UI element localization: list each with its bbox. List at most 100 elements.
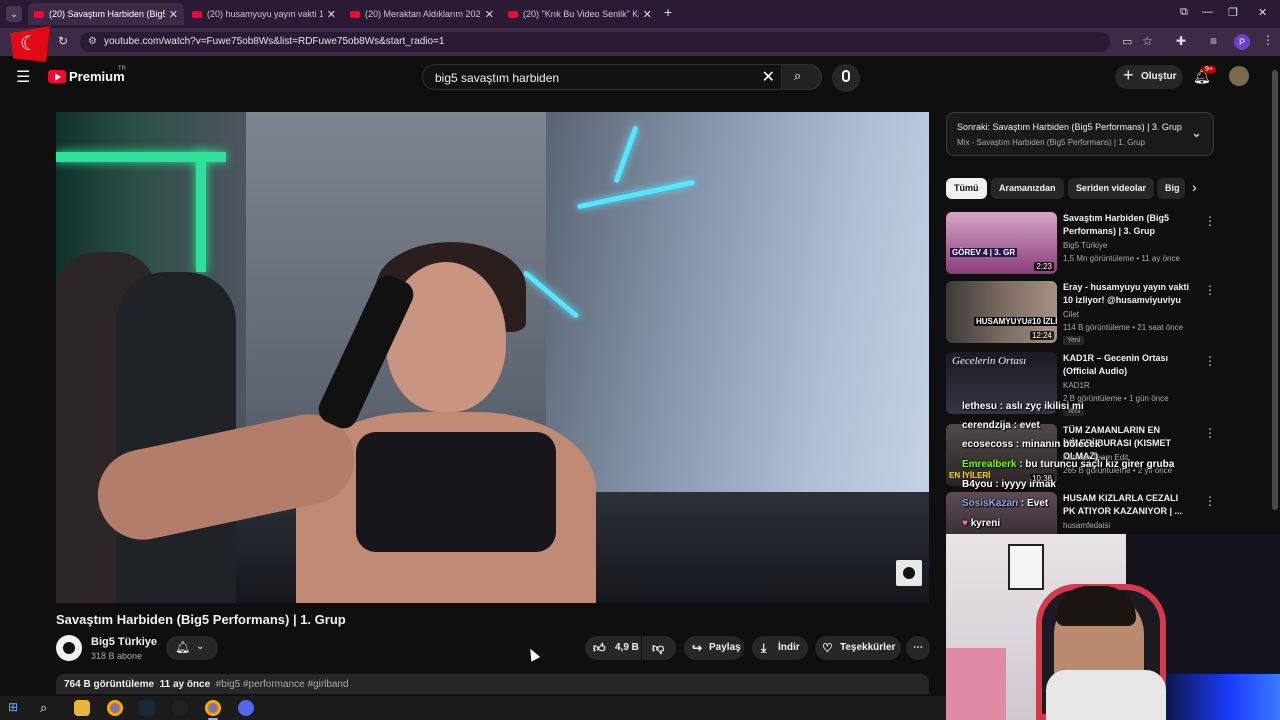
like-count: 4,9 B: [615, 642, 639, 653]
recommendation-meta: 1,5 Mn görüntüleme • 11 ay önce: [1063, 254, 1180, 263]
maximize-icon[interactable]: ❐: [1228, 6, 1238, 19]
page-scrollbar[interactable]: [1270, 56, 1280, 534]
discord-icon[interactable]: [238, 700, 254, 716]
chip-series[interactable]: Seriden videolar: [1068, 178, 1155, 199]
channel-name[interactable]: Big5 Türkiye: [91, 636, 157, 648]
description-box[interactable]: 764 B görüntüleme 11 ay önce #big5 #perf…: [56, 674, 929, 694]
account-avatar[interactable]: [1229, 66, 1249, 86]
recommendation-title: Savaştım Harbiden (Big5 Performans) | 3.…: [1063, 213, 1170, 236]
search-icon[interactable]: ⌕: [40, 700, 56, 716]
extensions-icon[interactable]: ⧉: [1180, 6, 1188, 19]
more-vertical-icon[interactable]: ⋮: [1204, 283, 1216, 297]
download-button[interactable]: ⤓ İndir: [752, 636, 808, 660]
puzzle-icon[interactable]: ✚: [1176, 34, 1186, 48]
tab-title: (20) husamyuyu yayın vakti 10: [207, 9, 323, 19]
up-next-panel[interactable]: Sonraki: Savaştım Harbiden (Big5 Perform…: [946, 112, 1214, 156]
youtube-icon: [34, 10, 44, 18]
tab-search-icon[interactable]: ⌄: [6, 6, 22, 22]
more-vertical-icon[interactable]: ⋮: [1204, 426, 1216, 440]
address-bar[interactable]: ⚙ youtube.com/watch?v=Fuwe75ob8Ws&list=R…: [80, 32, 1110, 52]
search-input[interactable]: big5 savaştım harbiden: [435, 71, 559, 85]
more-vertical-icon[interactable]: ⋮: [1204, 354, 1216, 368]
chevron-down-icon[interactable]: ⌄: [1191, 125, 1202, 141]
recommendation-item[interactable]: GÖREV 4 | 3. GR 2:23 Savaştım Harbiden (…: [946, 212, 1216, 276]
close-icon[interactable]: ✕: [327, 8, 336, 21]
bookmark-star-icon[interactable]: ☆: [1142, 34, 1153, 48]
chip-big[interactable]: Big: [1157, 178, 1185, 199]
thanks-button[interactable]: ♡ Teşekkürler: [815, 636, 901, 660]
browser-tab-1[interactable]: (20) Savaştım Harbiden (Big5 Pe ✕: [28, 3, 184, 25]
video-thumbnail[interactable]: EN İYİLERİ 10:38: [946, 424, 1057, 486]
close-icon[interactable]: ✕: [643, 8, 652, 21]
youtube-icon: [192, 10, 202, 18]
cast-icon[interactable]: ▭: [1122, 35, 1132, 48]
recommendation-item[interactable]: HUSAMYUYU#10 İZLİYO 12:24 Eray - husamyu…: [946, 281, 1216, 345]
browser-tab-2[interactable]: (20) husamyuyu yayın vakti 10 ✕: [186, 3, 342, 25]
youtube-premium-logo[interactable]: Premium: [69, 69, 125, 84]
super-thanks-icon: ♡: [822, 641, 833, 655]
more-actions-button[interactable]: ⋯: [906, 636, 930, 660]
subscription-bell-button[interactable]: 🔔︎ ⌄: [166, 636, 218, 660]
reload-icon[interactable]: ↻: [58, 34, 68, 48]
site-info-icon[interactable]: ⚙: [88, 32, 97, 52]
download-label: İndir: [778, 642, 800, 653]
browser-menu-icon[interactable]: ⋮: [1262, 33, 1274, 47]
chat-message: ♥ kyreni: [962, 518, 1001, 529]
recommendation-channel: KAD1R: [1063, 381, 1090, 390]
new-tab-button[interactable]: +: [664, 4, 672, 20]
file-explorer-icon[interactable]: [74, 700, 90, 716]
voice-search-button[interactable]: [832, 64, 860, 92]
youtube-logo-icon[interactable]: [48, 70, 66, 83]
chip-from-search[interactable]: Aramanızdan: [991, 178, 1064, 199]
address-bar-row: ↻ ⚙ youtube.com/watch?v=Fuwe75ob8Ws&list…: [0, 28, 1280, 56]
profile-avatar[interactable]: P: [1234, 34, 1250, 50]
browser-tab-3[interactable]: (20) Meraktan Aldıklarım 2025 ✕: [344, 3, 500, 25]
youtube-header: ☰ Premium TR big5 savaştım harbiden ✕ ⌕ …: [0, 56, 1270, 98]
chrome-icon[interactable]: [107, 700, 123, 716]
share-label: Paylaş: [709, 642, 741, 653]
video-thumbnail[interactable]: HUSAMYUYU#10 İZLİYO 12:24: [946, 281, 1057, 343]
chat-message: lethesu : aslı zyç ikilisi mi: [962, 401, 1084, 412]
recommendation-channel: husamfedaisi: [1063, 521, 1111, 530]
minimize-icon[interactable]: —: [1202, 6, 1213, 18]
like-button[interactable]: 👍︎ 4,9 B: [585, 636, 641, 660]
chevron-down-icon: ⌄: [196, 641, 205, 652]
recommendation-channel: Cilet: [1063, 310, 1080, 319]
subscriber-count: 318 B abone: [91, 651, 143, 661]
media-control-icon[interactable]: ≡: [1210, 34, 1217, 48]
hashtags[interactable]: #big5 #performance #girlband: [216, 679, 349, 690]
hamburger-menu-icon[interactable]: ☰: [16, 67, 30, 87]
windows-start-icon[interactable]: ⊞: [8, 700, 24, 716]
search-box[interactable]: big5 savaştım harbiden ✕ ⌕: [422, 64, 822, 90]
close-icon[interactable]: ✕: [169, 8, 178, 21]
browser-tab-4[interactable]: (20) "Krık Bu Video Senlik" Kick ✕: [502, 3, 658, 25]
more-horizontal-icon: ⋯: [913, 642, 923, 653]
chip-all[interactable]: Tümü: [946, 178, 987, 199]
up-next-title: Sonraki: Savaştım Harbiden (Big5 Perform…: [957, 122, 1182, 132]
obs-icon[interactable]: [172, 700, 188, 716]
video-player[interactable]: [56, 112, 929, 603]
view-count: 764 B görüntüleme: [64, 679, 155, 690]
share-button[interactable]: ↪ Paylaş: [684, 636, 744, 660]
more-vertical-icon[interactable]: ⋮: [1204, 494, 1214, 508]
channel-avatar[interactable]: [56, 635, 82, 661]
clear-search-icon[interactable]: ✕: [762, 67, 775, 87]
chrome-active-icon[interactable]: [205, 700, 221, 720]
dislike-button[interactable]: 👎︎: [642, 636, 676, 660]
duration-badge: 12:24: [1029, 331, 1054, 340]
mouse-cursor: [525, 646, 541, 662]
notification-count-badge: 9+: [1202, 66, 1216, 73]
browser-tab-strip: ⌄ (20) Savaştım Harbiden (Big5 Pe ✕ (20)…: [0, 0, 1280, 28]
chevron-right-icon[interactable]: ›: [1192, 179, 1197, 195]
search-button[interactable]: ⌕: [781, 64, 821, 90]
create-button[interactable]: Oluştur: [1115, 63, 1183, 89]
video-thumbnail[interactable]: GÖREV 4 | 3. GR 2:23: [946, 212, 1057, 274]
channel-watermark-icon[interactable]: [896, 560, 922, 586]
streamer-webcam: [946, 534, 1280, 720]
steam-icon[interactable]: [139, 700, 155, 716]
chat-message: B4you : iyyyy irmak: [962, 479, 1056, 490]
close-icon[interactable]: ✕: [485, 8, 494, 21]
more-vertical-icon[interactable]: ⋮: [1204, 214, 1216, 228]
duration-badge: 2:23: [1034, 262, 1054, 271]
window-close-icon[interactable]: ✕: [1258, 6, 1267, 19]
